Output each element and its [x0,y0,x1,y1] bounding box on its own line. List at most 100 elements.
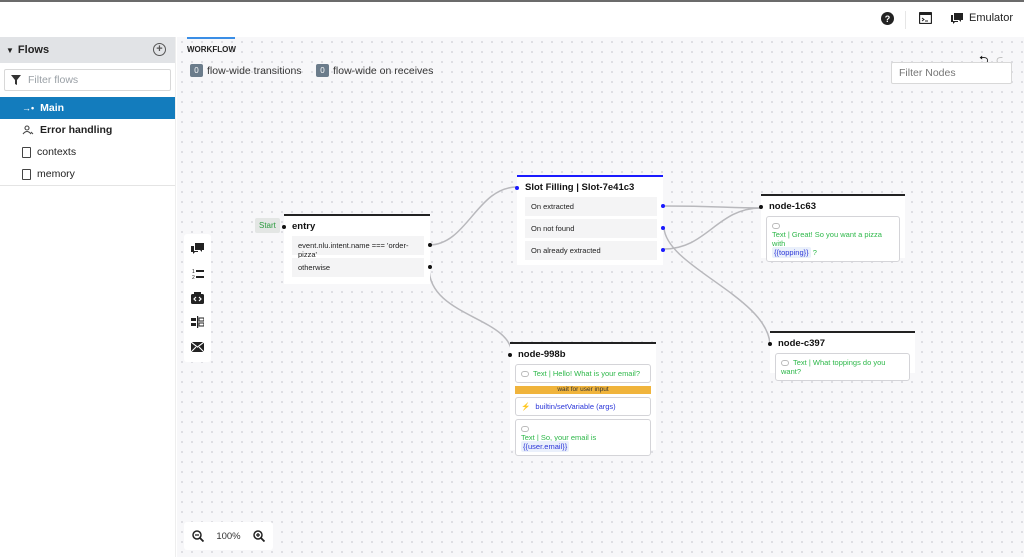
say-text-card[interactable]: Text | What toppings do you want? [775,353,910,381]
node-title: Slot Filling | Slot-7e41c3 [515,177,663,197]
zoom-out-button[interactable] [188,526,208,546]
speech-bubble-icon [781,360,789,367]
send-email-tool[interactable] [188,337,208,357]
connection-wires [428,186,771,356]
input-port[interactable] [282,225,286,229]
variable-chip: {{topping}} [772,247,811,258]
sidebar-item-contexts[interactable]: contexts [0,141,175,163]
sidebar-item-memory[interactable]: memory [0,163,175,185]
wire-extracted-to-1c63[interactable] [663,205,762,209]
speech-bubble-icon [521,371,529,378]
workflow-canvas[interactable]: WORKFLOW 0 flow-wide transitions 0 flow-… [177,37,1024,557]
flows-header[interactable]: ▼ Flows + [0,37,175,63]
speech-bubble-icon [772,223,780,230]
variable-chip: {{user.email}} [521,441,570,452]
help-button[interactable]: ? [881,12,894,25]
router-icon [191,316,204,329]
input-port[interactable] [759,205,763,209]
question-circle-icon: ? [881,12,894,25]
terminal-button[interactable] [919,12,932,24]
lightning-icon: ⚡ [521,402,531,411]
envelope-icon [191,341,204,352]
filter-flows-input[interactable]: Filter flows [4,69,171,91]
transition-row[interactable]: otherwise [292,258,432,277]
start-tag: Start [255,218,280,233]
say-text-suffix: ? [812,248,817,257]
input-port[interactable] [768,342,772,346]
transition-row[interactable]: On not found [525,219,665,238]
flows-sidebar: ▼ Flows + Filter flows →• Main Error han… [0,37,176,557]
input-port[interactable] [515,186,519,190]
sidebar-item-label: contexts [37,146,77,158]
svg-text:2: 2 [192,275,195,280]
output-port[interactable] [661,226,665,230]
node-1c63[interactable]: node-1c63 Text | Great! So you want a pi… [759,194,905,262]
say-text-card[interactable]: Text | Great! So you want a pizza with {… [766,216,900,262]
zoom-controls: 100% [184,522,273,550]
node-c397[interactable]: node-c397 Text | What toppings do you wa… [768,331,915,381]
transition-label: On already extracted [531,246,601,255]
terminal-icon [919,12,932,24]
output-port[interactable] [661,248,665,252]
transition-label: On extracted [531,202,574,211]
transition-label: otherwise [298,263,331,272]
sidebar-item-label: Main [40,102,65,114]
output-port[interactable] [661,204,665,208]
zoom-out-icon [192,530,205,542]
execute-code-tool[interactable] [188,288,208,308]
transition-row[interactable]: On already extracted [525,241,665,260]
node-title-text: node-c397 [778,338,825,349]
wire-otherwise-to-998b[interactable] [428,267,513,356]
filter-flows-placeholder: Filter flows [28,74,79,86]
wire-notfound-to-c397[interactable] [663,227,771,345]
node-title: node-c397 [768,333,915,353]
node-998b[interactable]: node-998b Text | Hello! What is your ema… [508,342,656,456]
wait-for-input-bar: wait for user input [515,386,651,394]
caret-down-icon: ▼ [6,45,14,55]
node-title-text: Slot Filling | Slot-7e41c3 [525,182,635,193]
router-tool[interactable] [188,312,208,332]
node-title-text: node-1c63 [769,201,816,212]
transition-row[interactable]: event.nlu.intent.name === 'order-pizza' [292,236,432,259]
say-text-card[interactable]: Text | So, your email is {{user.email}} [515,419,651,456]
document-icon [22,146,31,158]
zoom-level: 100% [216,530,241,542]
emulator-button[interactable]: Emulator [950,12,1013,24]
top-bar: ? Emulator [0,2,1024,37]
say-text: Text | Great! So you want a pizza with [772,230,882,248]
flow-arrow-icon: →• [22,103,35,113]
list-tool[interactable]: 12 [188,264,208,284]
plus-circle-icon[interactable]: + [153,43,166,56]
say-text: Text | What toppings do you want? [781,358,886,376]
divider [905,11,906,29]
document-icon [22,168,31,180]
input-port[interactable] [508,353,512,357]
chat-bubbles-icon [191,243,204,255]
say-something-tool[interactable] [188,239,208,259]
flows-title: Flows [17,44,50,56]
sidebar-item-main[interactable]: →• Main [0,97,175,119]
node-toolbox: 12 [184,234,211,362]
node-title: node-1c63 [759,196,905,216]
numbered-list-icon: 12 [192,269,204,280]
action-text: builtin/setVariable (args) [535,402,616,411]
say-text-card[interactable]: Text | Hello! What is your email? [515,364,651,383]
transition-row[interactable]: On extracted [525,197,665,216]
action-card[interactable]: ⚡ builtin/setVariable (args) [515,397,651,416]
sidebar-item-error-handling[interactable]: Error handling [0,119,175,141]
transition-label: On not found [531,224,575,233]
zoom-in-button[interactable] [249,526,269,546]
sidebar-item-label: memory [37,168,75,180]
zoom-in-icon [253,530,265,542]
output-port[interactable] [428,265,432,269]
wire-already-to-1c63[interactable] [663,207,762,250]
wire-entry-to-slot[interactable] [428,186,518,246]
transition-label: event.nlu.intent.name === 'order-pizza' [298,241,409,259]
node-entry[interactable]: entry event.nlu.intent.name === 'order-p… [282,214,432,284]
node-title-text: entry [292,221,316,232]
output-port[interactable] [428,243,432,247]
node-slot-filling[interactable]: Slot Filling | Slot-7e41c3 On extracted … [515,175,665,265]
chat-bubbles-icon [951,13,963,24]
execute-code-icon [191,291,204,304]
node-title-text: node-998b [518,349,566,360]
